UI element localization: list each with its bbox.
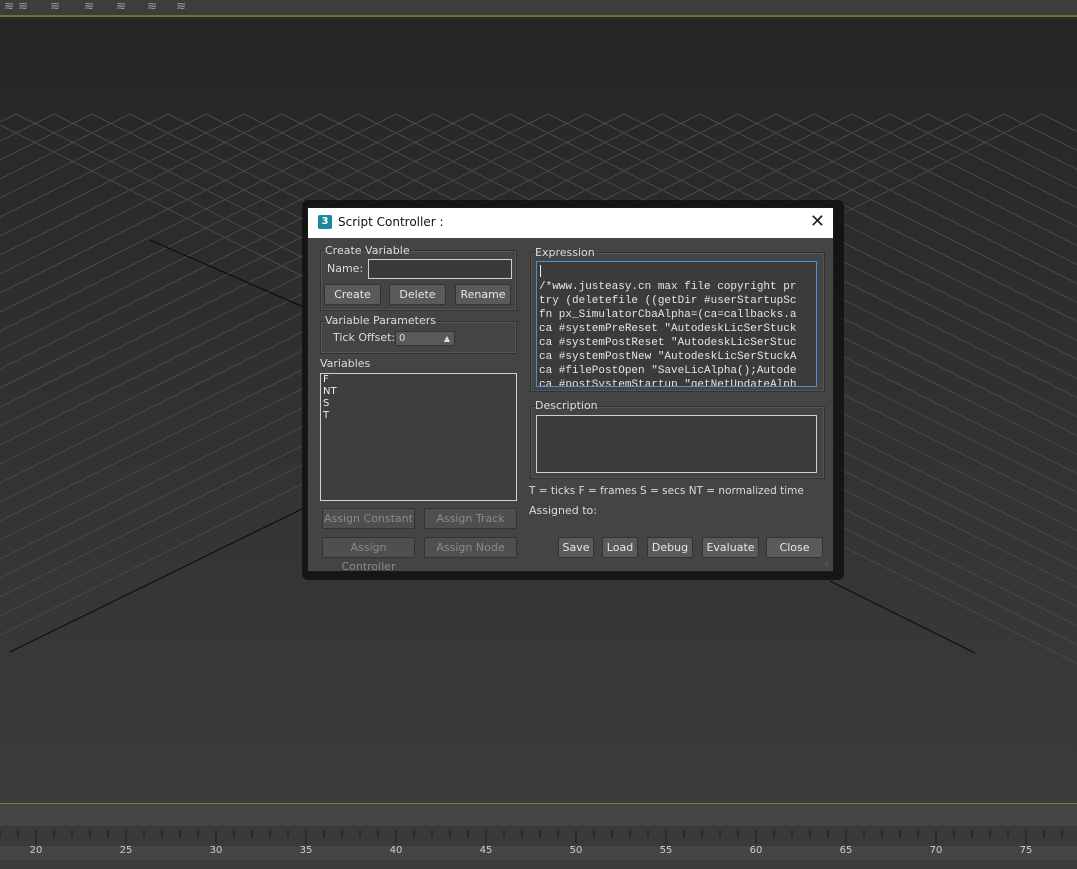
variable-parameters-label: Variable Parameters: [325, 314, 436, 327]
timeline-tick-label: 20: [29, 845, 43, 856]
assign-track-button[interactable]: Assign Track: [424, 508, 517, 529]
grid-line: [0, 113, 207, 218]
text-cursor: [540, 265, 541, 277]
close-icon[interactable]: ✕: [810, 212, 825, 232]
timeline-tick-label: 25: [119, 845, 133, 856]
expression-line: ca #systemPostNew "AutodeskLicSerStuckA: [539, 351, 797, 363]
tick-offset-spinner[interactable]: 0 ▲: [395, 331, 455, 346]
timeline-ticks: [0, 830, 1063, 844]
resize-grip-icon[interactable]: ⁘: [823, 560, 830, 569]
delete-button[interactable]: Delete: [389, 284, 446, 305]
time-slider[interactable]: 20 25 30 35 40 45 50 55 60 65 70 75: [0, 803, 1077, 869]
name-label: Name:: [327, 262, 364, 275]
close-button[interactable]: Close: [766, 537, 823, 558]
dialog-titlebar[interactable]: 3 Script Controller : ✕: [308, 208, 833, 238]
layers-freeze-icon[interactable]: ≋: [112, 0, 130, 14]
assign-constant-button[interactable]: Assign Constant: [322, 508, 415, 529]
grid-line: [0, 113, 131, 180]
spinner-arrows-icon[interactable]: ▲: [444, 332, 450, 345]
timeline-tick-label: 55: [659, 845, 673, 856]
grid-axis-line: [149, 239, 309, 310]
grid-line: [927, 113, 1077, 190]
expression-line: ca #filePostOpen "SaveLicAlpha();Autode: [539, 365, 797, 377]
app-icon: 3: [318, 215, 332, 229]
timeline-tick-label: 70: [929, 845, 943, 856]
layers-hide-icon[interactable]: ≋: [80, 0, 98, 14]
expression-editor[interactable]: /*www.justeasy.cn max file copyright pr …: [536, 261, 817, 387]
layers-stack-icon[interactable]: ≋: [172, 0, 190, 14]
grid-line: [0, 113, 169, 199]
timeline-tick-label: 75: [1019, 845, 1033, 856]
rename-button[interactable]: Rename: [455, 284, 511, 305]
expression-line: ca #systemPostReset "AutodeskLicSerStuc: [539, 337, 797, 349]
evaluate-button[interactable]: Evaluate: [702, 537, 759, 558]
grid-line: [0, 113, 17, 123]
grid-line: [0, 113, 55, 142]
tick-offset-value: 0: [399, 333, 406, 344]
save-button[interactable]: Save: [558, 537, 594, 558]
list-item[interactable]: F: [321, 374, 516, 386]
create-variable-label: Create Variable: [325, 244, 410, 257]
layers-light-icon[interactable]: ≋: [143, 0, 161, 14]
grid-line: [851, 113, 1077, 228]
timeline-tick-label: 65: [839, 845, 853, 856]
expression-line: ca #postSystemStartup "getNetUpdateAlph: [539, 379, 797, 387]
load-button[interactable]: Load: [602, 537, 638, 558]
grid-line: [0, 113, 245, 237]
grid-line: [0, 113, 93, 161]
timeline-tick-label: 40: [389, 845, 403, 856]
description-label: Description: [535, 399, 598, 412]
list-item[interactable]: NT: [321, 386, 516, 398]
layers-select-icon[interactable]: ≋: [46, 0, 64, 14]
timeline-tick-label: 60: [749, 845, 763, 856]
list-item[interactable]: S: [321, 398, 516, 410]
expression-line: try (deletefile ((getDir #userStartupSc: [539, 295, 797, 307]
debug-button[interactable]: Debug: [647, 537, 693, 558]
script-controller-dialog: 3 Script Controller : ✕ Create Variable …: [307, 207, 834, 573]
grid-axis-line: [829, 580, 976, 654]
expression-line: ca #systemPreReset "AutodeskLicSerStuck: [539, 323, 797, 335]
grid-axis-line: [9, 505, 309, 653]
timeline-tick-label: 30: [209, 845, 223, 856]
expression-line: /*www.justeasy.cn max file copyright pr: [539, 281, 797, 293]
assigned-to-label: Assigned to:: [529, 504, 597, 517]
variable-name-input[interactable]: [368, 259, 512, 279]
timeline-tick-label: 35: [299, 845, 313, 856]
variables-list[interactable]: F NT S T: [320, 373, 517, 501]
timeline-tick-label: 45: [479, 845, 493, 856]
expression-label: Expression: [535, 246, 595, 259]
time-units-legend: T = ticks F = frames S = secs NT = norma…: [529, 485, 804, 497]
layer-toolbar: ≋ ≋ ≋ ≋ ≋ ≋ ≋: [0, 0, 1077, 17]
expression-line: fn px_SimulatorCbaAlpha=(ca=callbacks.a: [539, 309, 797, 321]
grid-line: [1003, 113, 1077, 152]
variables-label: Variables: [320, 357, 371, 370]
assign-controller-button[interactable]: Assign Controller: [322, 537, 415, 573]
layers-add-icon[interactable]: ≋: [14, 0, 32, 14]
create-button[interactable]: Create: [324, 284, 381, 305]
list-item[interactable]: T: [321, 410, 516, 422]
assign-node-button[interactable]: Assign Node: [424, 537, 517, 558]
timeline-tick-label: 50: [569, 845, 583, 856]
tick-offset-label: Tick Offset:: [333, 331, 396, 344]
description-field[interactable]: [536, 415, 817, 473]
dialog-title: Script Controller :: [338, 215, 444, 229]
